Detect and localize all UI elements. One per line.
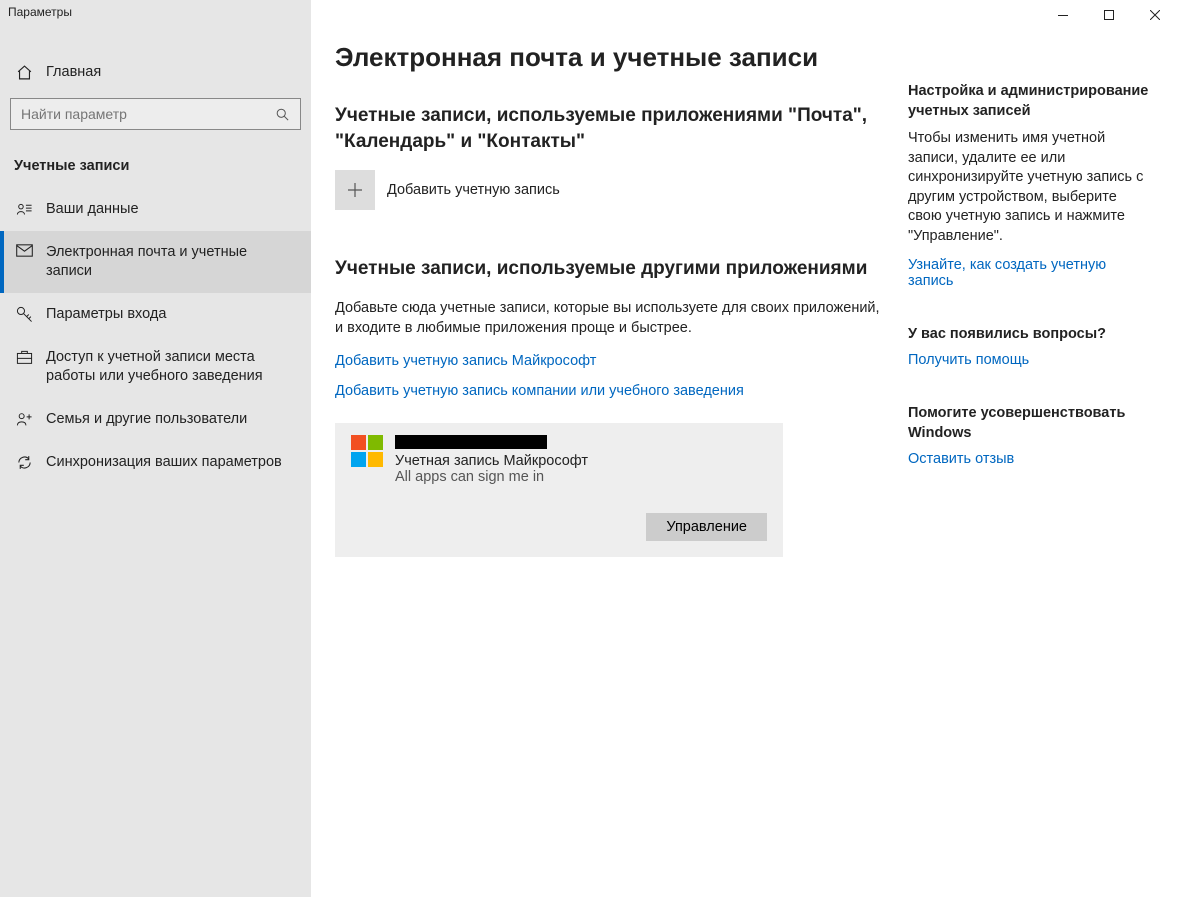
home-label: Главная [46, 64, 101, 80]
link-get-help[interactable]: Получить помощь [908, 352, 1154, 368]
sidebar-item-sync-settings[interactable]: Синхронизация ваших параметров [0, 441, 311, 484]
account-type-label: Учетная запись Майкрософт [395, 453, 588, 469]
sidebar-section-label: Учетные записи [0, 130, 311, 188]
account-status-label: All apps can sign me in [395, 469, 588, 485]
sidebar-item-email-accounts[interactable]: Электронная почта и учетные записи [0, 231, 311, 293]
sidebar-item-signin-options[interactable]: Параметры входа [0, 293, 311, 336]
sidebar-item-work-access[interactable]: Доступ к учетной записи места работы или… [0, 336, 311, 398]
sidebar-item-your-info[interactable]: Ваши данные [0, 188, 311, 231]
link-create-account[interactable]: Узнайте, как создать учетную запись [908, 257, 1154, 289]
sidebar-item-family-users[interactable]: Семья и другие пользователи [0, 398, 311, 441]
maximize-button[interactable] [1086, 0, 1132, 30]
page-title: Электронная почта и учетные записи [335, 42, 884, 73]
add-account-label: Добавить учетную запись [387, 182, 560, 198]
sidebar-item-label: Параметры входа [46, 305, 166, 324]
search-input[interactable] [21, 106, 275, 122]
home-nav[interactable]: Главная [0, 50, 311, 94]
close-button[interactable] [1132, 0, 1178, 30]
account-name-redacted [395, 435, 547, 449]
aside-block2-title: У вас появились вопросы? [908, 325, 1154, 345]
aside-block3-title: Помогите усовершенствовать Windows [908, 404, 1154, 443]
link-feedback[interactable]: Оставить отзыв [908, 451, 1154, 467]
search-box[interactable] [10, 98, 301, 130]
add-account-button[interactable]: Добавить учетную запись [335, 170, 884, 210]
aside-block1-text: Чтобы изменить имя учетной записи, удали… [908, 129, 1154, 246]
window-controls [1040, 0, 1178, 30]
home-icon [14, 64, 34, 81]
plus-icon [335, 170, 375, 210]
key-icon [14, 306, 34, 323]
link-add-ms-account[interactable]: Добавить учетную запись Майкрософт [335, 353, 884, 369]
sidebar: Параметры Главная Учетные записи Ваши да… [0, 0, 311, 897]
sidebar-item-label: Синхронизация ваших параметров [46, 453, 282, 472]
link-add-work-account[interactable]: Добавить учетную запись компании или уче… [335, 383, 884, 399]
mail-icon [14, 244, 34, 257]
person-details-icon [14, 201, 34, 218]
main-content: Электронная почта и учетные записи Учетн… [311, 0, 1178, 897]
aside: Настройка и администрирование учетных за… [908, 42, 1154, 897]
app-title: Параметры [0, 0, 311, 24]
section1-heading: Учетные записи, используемые приложениям… [335, 103, 884, 154]
section2-text: Добавьте сюда учетные записи, которые вы… [335, 298, 884, 339]
sidebar-item-label: Доступ к учетной записи места работы или… [46, 348, 297, 386]
account-card[interactable]: Учетная запись Майкрософт All apps can s… [335, 423, 783, 557]
sidebar-item-label: Семья и другие пользователи [46, 410, 247, 429]
sidebar-item-label: Ваши данные [46, 200, 139, 219]
aside-block1-title: Настройка и администрирование учетных за… [908, 82, 1154, 121]
briefcase-icon [14, 349, 34, 365]
section2-heading: Учетные записи, используемые другими при… [335, 256, 884, 282]
people-icon [14, 411, 34, 427]
search-icon [275, 107, 290, 122]
sync-icon [14, 454, 34, 471]
minimize-button[interactable] [1040, 0, 1086, 30]
manage-button[interactable]: Управление [646, 513, 767, 541]
sidebar-item-label: Электронная почта и учетные записи [46, 243, 297, 281]
microsoft-logo-icon [351, 435, 383, 467]
